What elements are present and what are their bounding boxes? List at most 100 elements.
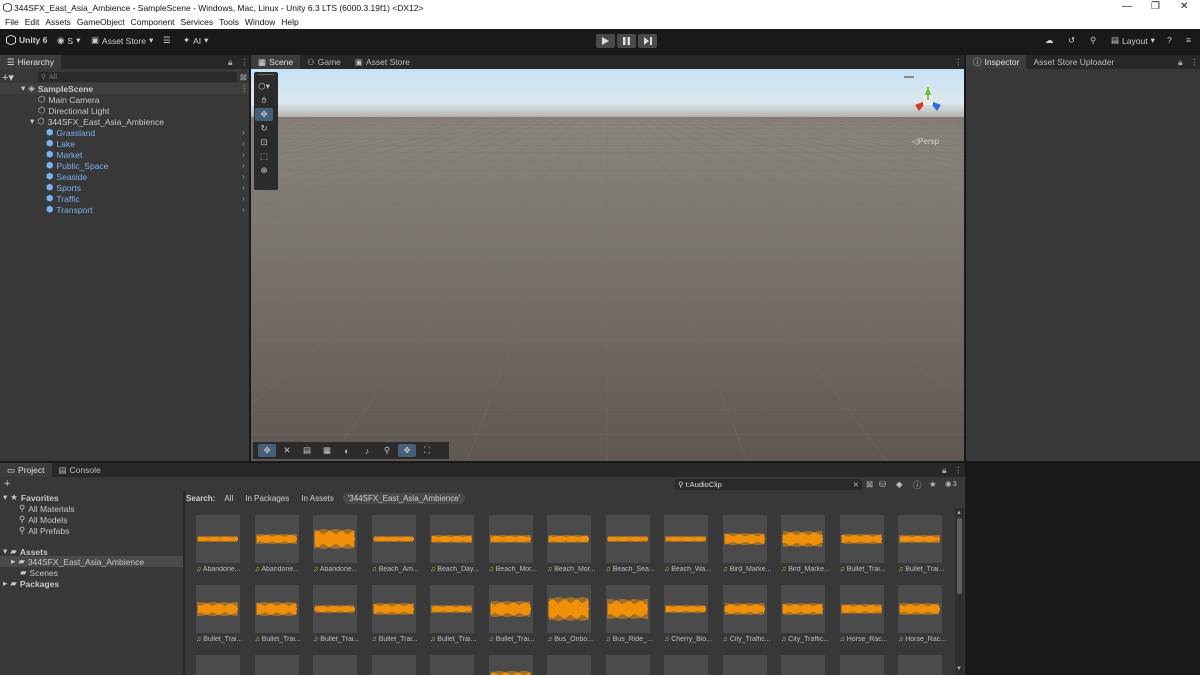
audio-clip-label[interactable]: ♫ Horse_Rac...: [898, 636, 952, 643]
hierarchy-child-lake[interactable]: ⬢ Lake: [46, 138, 75, 149]
favorite-all-materials[interactable]: ⚲ All Materials: [19, 503, 75, 514]
audio-clip-label[interactable]: ♫ City_Traffic...: [723, 636, 777, 643]
audio-clip-thumbnail[interactable]: [898, 655, 942, 675]
audio-clip-thumbnail[interactable]: [664, 655, 708, 675]
tab-game[interactable]: ⚇ Game: [300, 55, 348, 69]
audio-clip-thumbnail[interactable]: [547, 585, 591, 633]
cloud-button[interactable]: ☁: [1045, 35, 1054, 46]
audio-clip-label[interactable]: ♫ Bullet_Trai...: [898, 566, 952, 573]
search-button[interactable]: ⚲: [1090, 35, 1096, 46]
audio-clip-label[interactable]: ♫ Bus_Onbo...: [547, 636, 601, 643]
lock-icon[interactable]: 🔒︎: [942, 465, 947, 476]
audio-clip-label[interactable]: ♫ Abandone...: [196, 566, 250, 573]
menu-services[interactable]: Services: [181, 17, 214, 27]
audio-clip-thumbnail[interactable]: [898, 515, 942, 563]
rect-tool[interactable]: ⬚: [255, 150, 273, 163]
search-toggle[interactable]: ⚲: [378, 444, 396, 457]
audio-clip-label[interactable]: ♫ Abandone...: [255, 566, 309, 573]
hierarchy-child-traffic[interactable]: ⬢ Traffic: [46, 193, 80, 204]
history-button[interactable]: ↺: [1068, 35, 1075, 46]
menu-file[interactable]: File: [5, 17, 19, 27]
tab-inspector[interactable]: ⓘ Inspector: [966, 55, 1027, 69]
asset-store-dropdown[interactable]: ▣ Asset Store ▾: [91, 35, 153, 46]
unity-account-button[interactable]: Unity 6: [6, 35, 47, 45]
audio-clip-thumbnail[interactable]: [547, 515, 591, 563]
audio-clip-label[interactable]: ♫ Bullet_Trai...: [196, 636, 250, 643]
audio-clip-thumbnail[interactable]: [781, 515, 825, 563]
audio-clip-thumbnail[interactable]: [488, 515, 533, 563]
view-options-dropdown[interactable]: ⬡▾: [255, 80, 273, 93]
tab-console[interactable]: ▤ Console: [52, 463, 108, 477]
audio-clip-thumbnail[interactable]: [839, 655, 884, 675]
scroll-down-icon[interactable]: ▼: [956, 666, 962, 672]
hierarchy-child-transport[interactable]: ⬢ Transport: [46, 204, 92, 215]
audio-clip-label[interactable]: ♫ Beach_Mor...: [547, 566, 601, 573]
audio-clip-label[interactable]: ♫ Beach_Day...: [430, 566, 484, 573]
splitter[interactable]: [183, 491, 185, 675]
folder-344sfx[interactable]: ▸ ▰ 344SFX_East_Asia_Ambience: [11, 556, 144, 567]
scope-in-assets[interactable]: In Assets: [298, 494, 336, 503]
scene-kebab-icon[interactable]: ⋮: [240, 83, 249, 94]
step-button[interactable]: [638, 34, 657, 48]
tab-asset-store[interactable]: ▣ Asset Store: [348, 55, 417, 69]
menu-assets[interactable]: Assets: [45, 17, 71, 27]
create-asset-icon[interactable]: +: [4, 478, 10, 490]
audio-clip-thumbnail[interactable]: [371, 655, 416, 675]
favorite-all-prefabs[interactable]: ⚲ All Prefabs: [19, 525, 69, 536]
audio-clip-label[interactable]: ♫ Cherry_Blo...: [664, 636, 718, 643]
chevron-right-icon[interactable]: ›: [242, 160, 245, 170]
audio-clip-thumbnail[interactable]: [664, 585, 708, 633]
chevron-right-icon[interactable]: ›: [242, 127, 245, 137]
hierarchy-search-input[interactable]: ⚲ All: [37, 72, 237, 82]
camera-toggle[interactable]: ⛶: [418, 444, 436, 457]
favorite-all-models[interactable]: ⚲ All Models: [19, 514, 67, 525]
audio-clip-label[interactable]: ♫ Horse_Rac...: [840, 636, 894, 643]
menu-window[interactable]: Window: [245, 17, 275, 27]
audio-clip-label[interactable]: ♫ Bullet_Trai...: [313, 636, 367, 643]
chevron-right-icon[interactable]: ›: [242, 182, 245, 192]
lock-icon[interactable]: 🔒︎: [1178, 57, 1183, 68]
tab-scene[interactable]: ▦ Scene: [251, 55, 301, 69]
chevron-right-icon[interactable]: ›: [242, 193, 245, 203]
hierarchy-child-grassland[interactable]: ⬢ Grassland: [46, 127, 95, 138]
audio-clip-thumbnail[interactable]: [488, 655, 533, 675]
pivot-toggle[interactable]: ✥: [258, 444, 276, 457]
audio-clip-label[interactable]: ♫ Beach_Wa...: [664, 566, 718, 573]
asset-scrollbar[interactable]: ▲ ▼: [955, 508, 964, 675]
lighting-toggle[interactable]: ◐: [338, 444, 356, 457]
audio-clip-thumbnail[interactable]: [196, 655, 240, 675]
audio-clip-thumbnail[interactable]: [839, 515, 884, 563]
scroll-up-icon[interactable]: ▲: [956, 510, 962, 516]
audio-clip-label[interactable]: ♫ Abandone...: [313, 566, 367, 573]
add-icon[interactable]: +▾: [2, 71, 14, 84]
audio-clip-thumbnail[interactable]: [430, 655, 474, 675]
kebab-menu-icon[interactable]: ⋮: [954, 57, 963, 68]
close-button[interactable]: ✕: [1180, 1, 1188, 12]
audio-clip-thumbnail[interactable]: [196, 585, 240, 633]
tag-icon[interactable]: ◆: [896, 479, 903, 490]
kebab-menu-icon[interactable]: ⋮: [954, 465, 963, 476]
more-button[interactable]: ≡: [1186, 35, 1191, 45]
audio-clip-thumbnail[interactable]: [605, 515, 650, 563]
hand-tool[interactable]: ✋︎: [255, 94, 273, 107]
audio-clip-thumbnail[interactable]: [781, 655, 825, 675]
audio-clip-thumbnail[interactable]: [781, 585, 825, 633]
orientation-gizmo[interactable]: [903, 75, 953, 125]
menu-gameobject[interactable]: GameObject: [77, 17, 125, 27]
move-tool[interactable]: ✥: [255, 108, 273, 121]
audio-clip-label[interactable]: ♫ Bird_Marke...: [723, 566, 777, 573]
move-toggle[interactable]: ✥: [398, 444, 416, 457]
hierarchy-child-public-space[interactable]: ⬢ Public_Space: [46, 160, 108, 171]
overlay-drag-handle[interactable]: [258, 74, 274, 78]
scene-row[interactable]: ▾ ◈ SampleScene: [21, 83, 93, 94]
snap-toggle[interactable]: ▤: [298, 444, 316, 457]
menu-component[interactable]: Component: [131, 17, 175, 27]
audio-clip-thumbnail[interactable]: [664, 515, 708, 563]
audio-clip-thumbnail[interactable]: [430, 585, 474, 633]
restore-button[interactable]: ❐: [1151, 1, 1160, 12]
audio-toggle[interactable]: ♪: [358, 444, 376, 457]
layout-dropdown[interactable]: ▤ Layout ▾: [1111, 35, 1155, 46]
scope-all[interactable]: All: [221, 494, 236, 503]
global-toggle[interactable]: ✕: [278, 444, 296, 457]
tab-asset-store-uploader[interactable]: Asset Store Uploader: [1026, 55, 1121, 69]
